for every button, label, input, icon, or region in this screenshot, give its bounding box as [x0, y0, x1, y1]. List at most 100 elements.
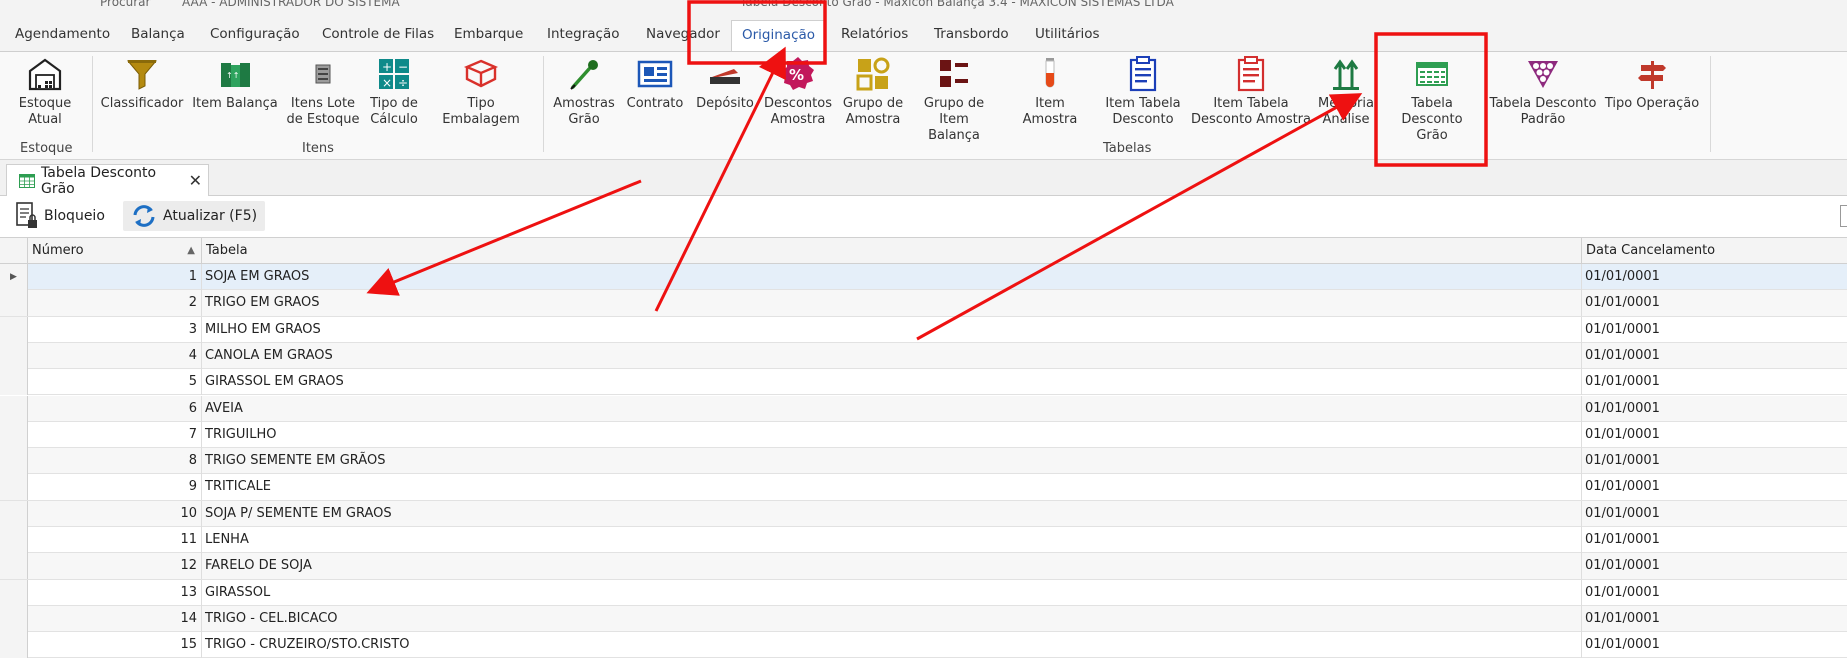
tab-originacao[interactable]: Originação [731, 20, 827, 52]
cell-tabela[interactable]: GIRASSOL EM GRAOS [202, 369, 1582, 396]
row-indicator[interactable] [0, 632, 28, 659]
cell-data-cancelamento[interactable]: 01/01/0001 [1582, 396, 1847, 422]
cell-numero[interactable]: 14 [28, 605, 202, 632]
atualizar-button[interactable]: Atualizar (F5) [123, 201, 266, 231]
cell-numero[interactable]: 1 [28, 264, 202, 290]
cell-data-cancelamento[interactable]: 01/01/0001 [1582, 343, 1847, 369]
table-row[interactable]: 13 GIRASSOL 01/01/0001 [0, 579, 1847, 606]
cell-numero[interactable]: 3 [28, 316, 202, 343]
bloqueio-button[interactable]: Bloqueio [16, 201, 105, 231]
table-row[interactable]: 2 TRIGO EM GRAOS 01/01/0001 [0, 290, 1847, 317]
column-header-tabela[interactable]: Tabela [202, 238, 1582, 264]
cell-data-cancelamento[interactable]: 01/01/0001 [1582, 448, 1847, 474]
table-row[interactable]: 10 SOJA P/ SEMENTE EM GRAOS 01/01/0001 [0, 500, 1847, 527]
table-row[interactable]: 12 FARELO DE SOJA 01/01/0001 [0, 553, 1847, 580]
cell-numero[interactable]: 12 [28, 553, 202, 580]
row-indicator[interactable] [0, 500, 28, 527]
row-indicator[interactable] [0, 553, 28, 580]
cell-data-cancelamento[interactable]: 01/01/0001 [1582, 369, 1847, 395]
table-row[interactable]: 8 TRIGO SEMENTE EM GRÃOS 01/01/0001 [0, 448, 1847, 475]
item-balanca-button[interactable]: ↑↑ Item Balança [192, 52, 278, 138]
tab-transbordo[interactable]: Transbordo [924, 20, 1019, 52]
row-indicator[interactable]: ▶ [0, 264, 28, 290]
cell-data-cancelamento[interactable]: 01/01/0001 [1582, 474, 1847, 500]
itens-lote-de-estoque-button[interactable]: Itens Lote de Estoque [286, 52, 360, 138]
descontos-amostra-button[interactable]: % Descontos Amostra [760, 52, 836, 138]
deposito-button[interactable]: Depósito [692, 52, 758, 138]
cell-tabela[interactable]: CANOLA EM GRAOS [202, 342, 1582, 369]
tab-balanca[interactable]: Balança [121, 20, 195, 52]
search-label[interactable]: Procurar [100, 0, 150, 9]
contrato-button[interactable]: Contrato [622, 52, 688, 138]
tabela-desconto-padrao-button[interactable]: Tabela Desconto Padrão [1488, 52, 1598, 138]
cell-numero[interactable]: 6 [28, 395, 202, 422]
estoque-atual-button[interactable]: Estoque Atual [14, 52, 76, 138]
tab-navegador[interactable]: Navegador [636, 20, 730, 52]
document-tab-tabela-desconto-grao[interactable]: Tabela Desconto Grão ✕ [6, 164, 209, 197]
column-header-data-cancelamento[interactable]: Data Cancelamento [1582, 238, 1847, 264]
table-row[interactable]: ▶ 1 SOJA EM GRAOS 01/01/0001 [0, 264, 1847, 291]
tabela-desconto-grao-button[interactable]: Tabela Desconto Grão [1384, 52, 1480, 143]
column-header-numero[interactable]: Número ▲ [28, 238, 202, 264]
row-indicator[interactable] [0, 474, 28, 501]
classificador-button[interactable]: Classificador [100, 52, 184, 138]
amostras-grao-button[interactable]: Amostras Grão [550, 52, 618, 138]
tipo-de-calculo-button[interactable]: + − × ÷ Tipo de Cálculo [366, 52, 422, 138]
table-row[interactable]: 15 TRIGO - CRUZEIRO/STO.CRISTO 01/01/0001 [0, 632, 1847, 659]
item-amostra-button[interactable]: Item Amostra [1006, 52, 1094, 138]
row-indicator[interactable] [0, 290, 28, 317]
table-row[interactable]: 11 LENHA 01/01/0001 [0, 527, 1847, 554]
cell-tabela[interactable]: AVEIA [202, 395, 1582, 422]
cell-data-cancelamento[interactable]: 01/01/0001 [1582, 264, 1847, 290]
row-indicator[interactable] [0, 369, 28, 396]
tab-agendamento[interactable]: Agendamento [5, 20, 120, 52]
cell-tabela[interactable]: TRIGO - CEL.BICACO [202, 605, 1582, 632]
cell-tabela[interactable]: TRIGO SEMENTE EM GRÃOS [202, 448, 1582, 475]
table-row[interactable]: 7 TRIGUILHO 01/01/0001 [0, 421, 1847, 449]
cell-data-cancelamento[interactable]: 01/01/0001 [1582, 501, 1847, 527]
close-icon[interactable]: ✕ [189, 171, 202, 190]
melhoria-analise-button[interactable]: Melhoria Análise [1314, 52, 1378, 138]
cell-numero[interactable]: 4 [28, 342, 202, 369]
cell-tabela[interactable]: GIRASSOL [202, 579, 1582, 606]
cell-numero[interactable]: 15 [28, 632, 202, 659]
table-row[interactable]: 14 TRIGO - CEL.BICACO 01/01/0001 [0, 605, 1847, 633]
cell-numero[interactable]: 7 [28, 421, 202, 448]
cell-data-cancelamento[interactable]: 01/01/0001 [1582, 553, 1847, 579]
cell-tabela[interactable]: TRIGO EM GRAOS [202, 290, 1582, 317]
tab-utilitarios[interactable]: Utilitários [1025, 20, 1110, 52]
row-indicator[interactable] [0, 395, 28, 422]
table-row[interactable]: 6 AVEIA 01/01/0001 [0, 395, 1847, 422]
cell-data-cancelamento[interactable]: 01/01/0001 [1582, 527, 1847, 553]
cell-tabela[interactable]: TRITICALE [202, 474, 1582, 501]
tab-integracao[interactable]: Integração [537, 20, 629, 52]
cell-numero[interactable]: 11 [28, 527, 202, 553]
cell-data-cancelamento[interactable]: 01/01/0001 [1582, 580, 1847, 606]
cell-data-cancelamento[interactable]: 01/01/0001 [1582, 606, 1847, 632]
cell-tabela[interactable]: MILHO EM GRAOS [202, 316, 1582, 343]
cell-numero[interactable]: 2 [28, 290, 202, 317]
cell-numero[interactable]: 5 [28, 369, 202, 396]
cell-tabela[interactable]: SOJA P/ SEMENTE EM GRAOS [202, 500, 1582, 527]
cell-numero[interactable]: 8 [28, 448, 202, 475]
cell-data-cancelamento[interactable]: 01/01/0001 [1582, 317, 1847, 343]
cell-data-cancelamento[interactable]: 01/01/0001 [1582, 422, 1847, 448]
row-indicator[interactable] [0, 527, 28, 553]
row-indicator[interactable] [0, 448, 28, 475]
tipo-operacao-button[interactable]: Tipo Operação [1602, 52, 1702, 138]
cell-data-cancelamento[interactable]: 01/01/0001 [1582, 632, 1847, 658]
item-tabela-desconto-amostra-button[interactable]: Item Tabela Desconto Amostra [1190, 52, 1312, 138]
cell-numero[interactable]: 10 [28, 500, 202, 527]
cell-tabela[interactable]: LENHA [202, 527, 1582, 553]
cell-data-cancelamento[interactable]: 01/01/0001 [1582, 290, 1847, 316]
tab-relatorios[interactable]: Relatórios [831, 20, 918, 52]
cell-tabela[interactable]: TRIGO - CRUZEIRO/STO.CRISTO [202, 632, 1582, 659]
table-row[interactable]: 3 MILHO EM GRAOS 01/01/0001 [0, 316, 1847, 343]
item-tabela-desconto-button[interactable]: Item Tabela Desconto [1102, 52, 1184, 138]
grupo-de-item-balanca-button[interactable]: Grupo de Item Balança [912, 52, 996, 143]
tab-configuracao[interactable]: Configuração [200, 20, 310, 52]
tab-embarque[interactable]: Embarque [444, 20, 533, 52]
tab-controle-de-filas[interactable]: Controle de Filas [312, 20, 444, 52]
grupo-de-amostra-button[interactable]: Grupo de Amostra [838, 52, 908, 138]
cell-tabela[interactable]: FARELO DE SOJA [202, 553, 1582, 580]
